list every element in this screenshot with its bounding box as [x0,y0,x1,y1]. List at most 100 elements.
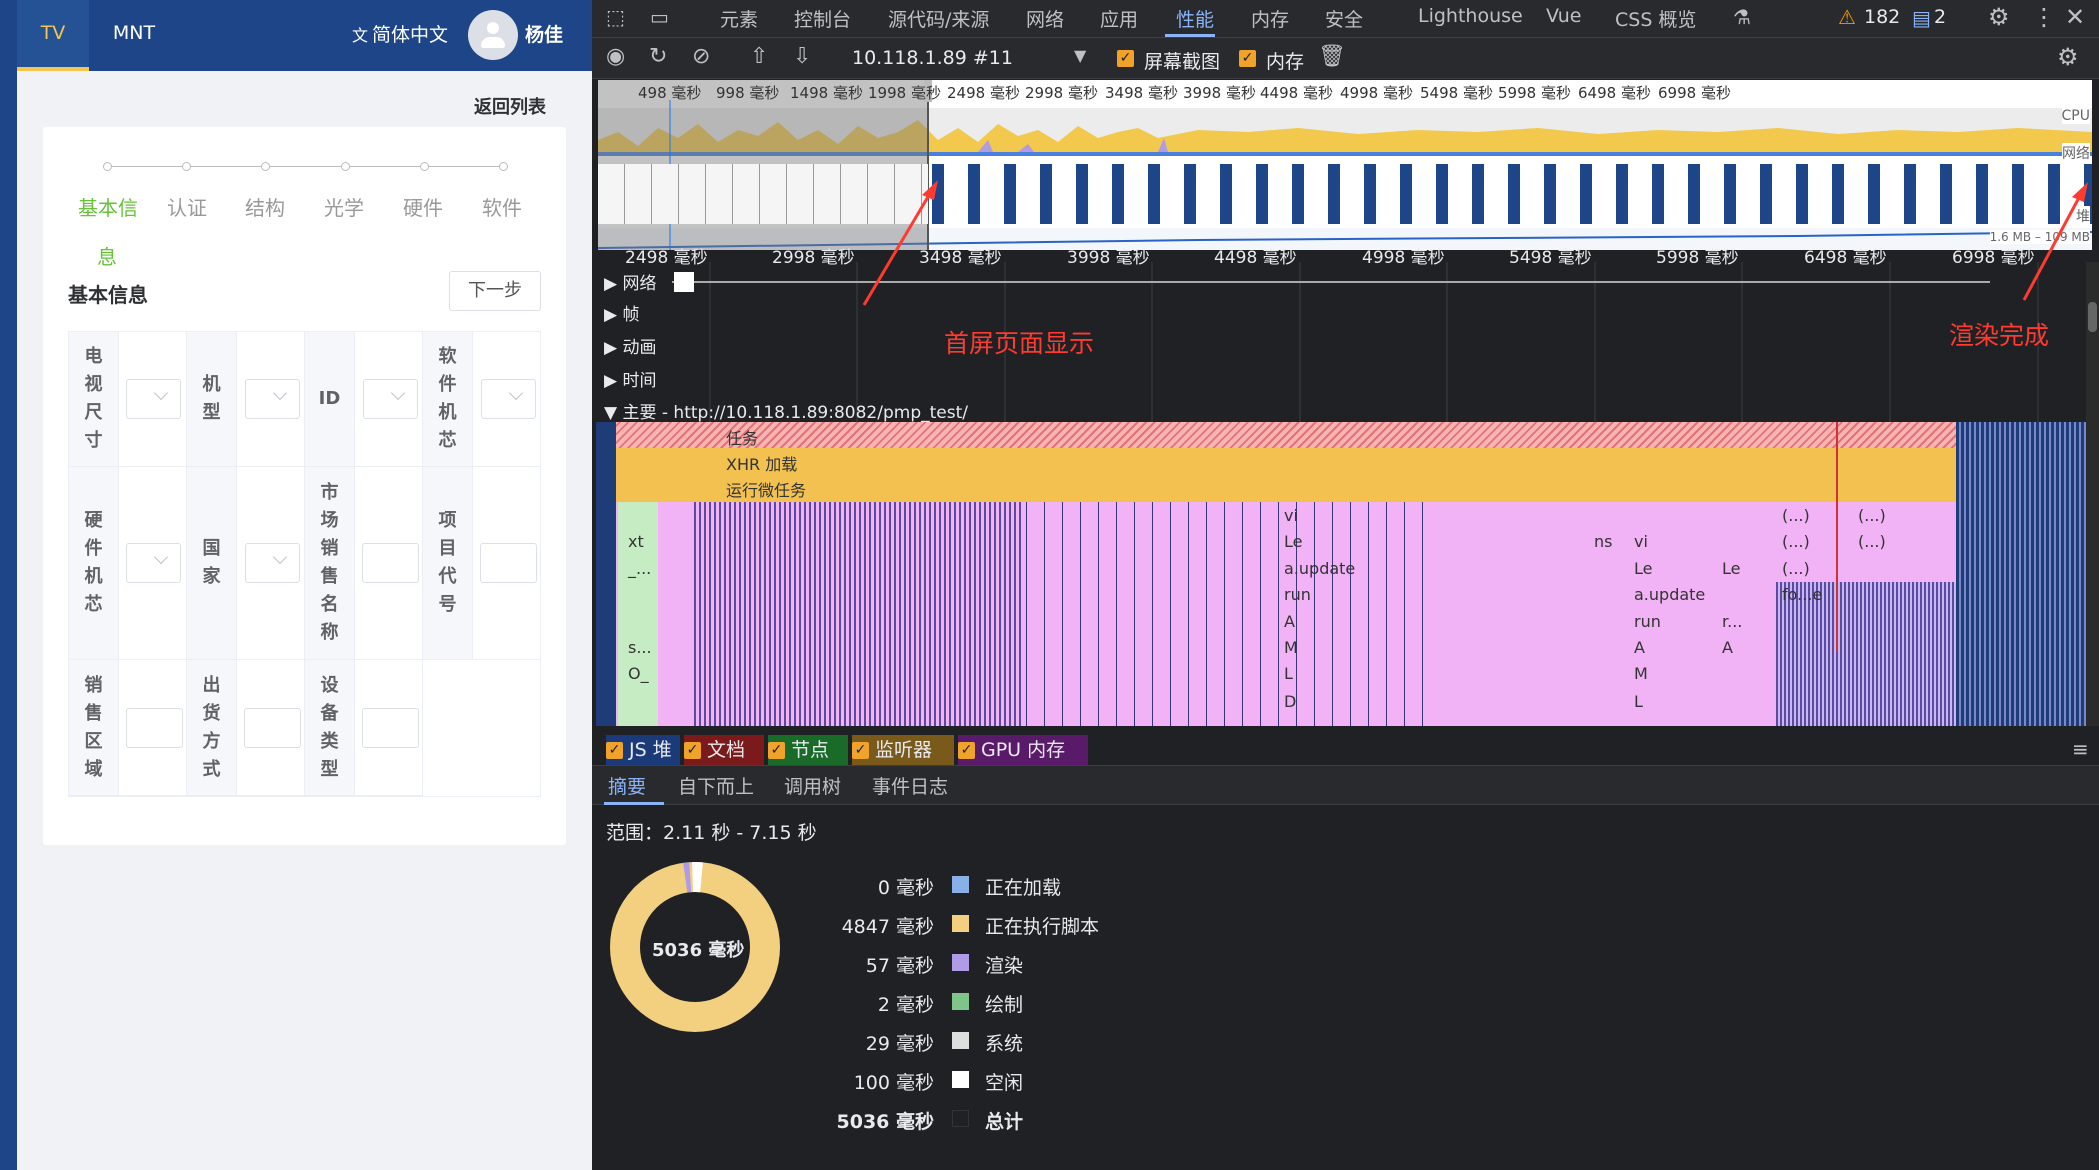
flame-aupdate2-label: a.update [1634,585,1706,604]
listeners-checkbox[interactable]: ✓ [852,742,869,759]
flame-tail-block [1956,422,2094,726]
step-software[interactable]: 软件 [472,192,532,221]
summary-swatch [952,1071,969,1088]
gpu-memory-checkbox[interactable]: ✓ [958,742,975,759]
flame-l-label: L [1284,664,1293,683]
flame-chart[interactable]: 任务 XHR 加载 运行微任务 xt _... s... O_ vi Le a.… [596,422,2094,726]
active-bottom-tab-underline [604,802,664,805]
summary-value: 2 毫秒 [877,994,934,1016]
counter-gpu-memory[interactable]: ✓ GPU 内存 [958,735,1088,765]
flame-a-label: A [1284,612,1295,631]
step-basic-info-wrap: 息 [97,245,117,269]
user-name: 杨佳 [525,24,564,46]
translate-icon: 文 [352,26,369,45]
tab-event-log[interactable]: 事件日志 [872,772,948,799]
model-select[interactable] [245,379,300,419]
step-dot [182,162,191,171]
step-basic-info[interactable]: 基本信 [77,192,139,221]
cell [237,660,305,796]
range-text: 范围：2.11 秒 - 7.15 秒 [606,822,817,844]
flame-ellipsis5-label: (...) [1782,559,1810,578]
counter-js-heap[interactable]: ✓ JS 堆 [606,735,680,765]
step-hardware[interactable]: 硬件 [393,192,453,221]
cell [473,467,541,660]
software-chip-select[interactable] [481,379,536,419]
label-ship-mode: 出货方式 [187,660,237,796]
flame-ns-label: ns [1594,532,1613,551]
summary-label: 绘制 [985,994,1024,1016]
device-type-input[interactable] [362,708,419,748]
country-select[interactable] [245,543,300,583]
label-hardware-chip: 硬件机芯 [69,467,119,660]
step-certification[interactable]: 认证 [157,192,217,221]
label-id: ID [305,332,355,467]
flame-m2-label: M [1634,664,1648,683]
flame-task-bar [596,422,2094,448]
summary-row-scripting: 4847 毫秒 正在执行脚本 [832,912,1162,938]
donut-total: 5036 毫秒 [652,940,745,961]
id-select[interactable] [363,379,418,419]
annotation-render-done: 渲染完成 [1949,321,2050,350]
flame-le2-label: Le [1634,559,1653,578]
market-name-input[interactable] [362,543,419,583]
tab-mnt[interactable]: MNT [96,0,172,71]
step-optics[interactable]: 光学 [314,192,374,221]
flame-s-label: s... [628,638,652,657]
project-code-input[interactable] [480,543,537,583]
section-title: 基本信息 [68,283,148,307]
counter-listeners[interactable]: ✓ 监听器 [852,735,954,765]
js-heap-checkbox[interactable]: ✓ [606,742,623,759]
summary-swatch [952,876,969,893]
ship-mode-input[interactable] [244,708,301,748]
collapse-icon: ▼ [604,403,623,423]
tab-call-tree[interactable]: 调用树 [784,772,841,799]
summary-value: 57 毫秒 [865,955,934,977]
summary-value: 4847 毫秒 [841,916,934,938]
flame-run2-label: run [1634,612,1661,631]
counter-documents[interactable]: ✓ 文档 [684,735,764,765]
flame-aupdate-label: a.update [1284,559,1356,578]
documents-checkbox[interactable]: ✓ [684,742,701,759]
details-tabbar: 摘要 自下而上 调用树 事件日志 [592,765,2099,805]
flame-foe-label: fo...e [1782,585,1823,604]
flame-ellipsis4-label: (...) [1858,532,1886,551]
step-dot [261,162,270,171]
tab-tv[interactable]: TV [17,0,89,71]
basic-info-grid: 电视尺寸 机型 ID 软件机芯 硬件机芯 国家 市场销售名称 项目代号 销售区域… [68,331,541,797]
chevron-down-icon [153,549,169,565]
flame-micro-label: 运行微任务 [726,481,807,500]
chevron-down-icon [390,385,406,401]
flame-o-label: O_ [628,664,649,683]
flame-a3-label: A [1722,638,1733,657]
language-switch[interactable]: 文简体中文 [352,20,448,47]
next-step-button[interactable]: 下一步 [449,271,541,311]
tab-summary[interactable]: 摘要 [608,772,646,799]
summary-label: 正在加载 [985,877,1062,899]
chevron-down-icon [272,385,288,401]
label-project-code: 项目代号 [423,467,473,660]
summary-value: 29 毫秒 [865,1033,934,1055]
step-dot [420,162,429,171]
annotation-first-screen: 首屏页面显示 [944,329,1095,358]
counter-nodes-label: 节点 [791,739,830,761]
summary-value: 100 毫秒 [853,1072,934,1094]
step-structure[interactable]: 结构 [235,192,295,221]
track-main[interactable]: ▼ 主要 - http://10.118.1.89:8082/pmp_test/ [604,398,968,423]
counter-nodes[interactable]: ✓ 节点 [768,735,848,765]
drawer-menu-icon[interactable]: ≡ [2072,737,2089,761]
track-main-label: 主要 - http://10.118.1.89:8082/pmp_test/ [622,403,968,423]
flame-dense-block [694,502,1024,726]
nodes-checkbox[interactable]: ✓ [768,742,785,759]
sales-region-input[interactable] [126,708,183,748]
cell [237,332,305,467]
flame-dots-label: _... [628,559,652,578]
tab-bottom-up[interactable]: 自下而上 [678,772,754,799]
tv-size-select[interactable] [126,379,181,419]
devtools-panel: ⬚ ▭ 元素 控制台 源代码/来源 网络 应用 性能 内存 安全 Lightho… [592,0,2099,1170]
hardware-chip-select[interactable] [126,543,181,583]
summary-value: 0 毫秒 [877,877,934,899]
flame-le-label: Le [1284,532,1303,551]
summary-label: 渲染 [985,955,1024,977]
back-to-list-link[interactable]: 返回列表 [474,93,546,119]
avatar[interactable] [468,10,518,60]
